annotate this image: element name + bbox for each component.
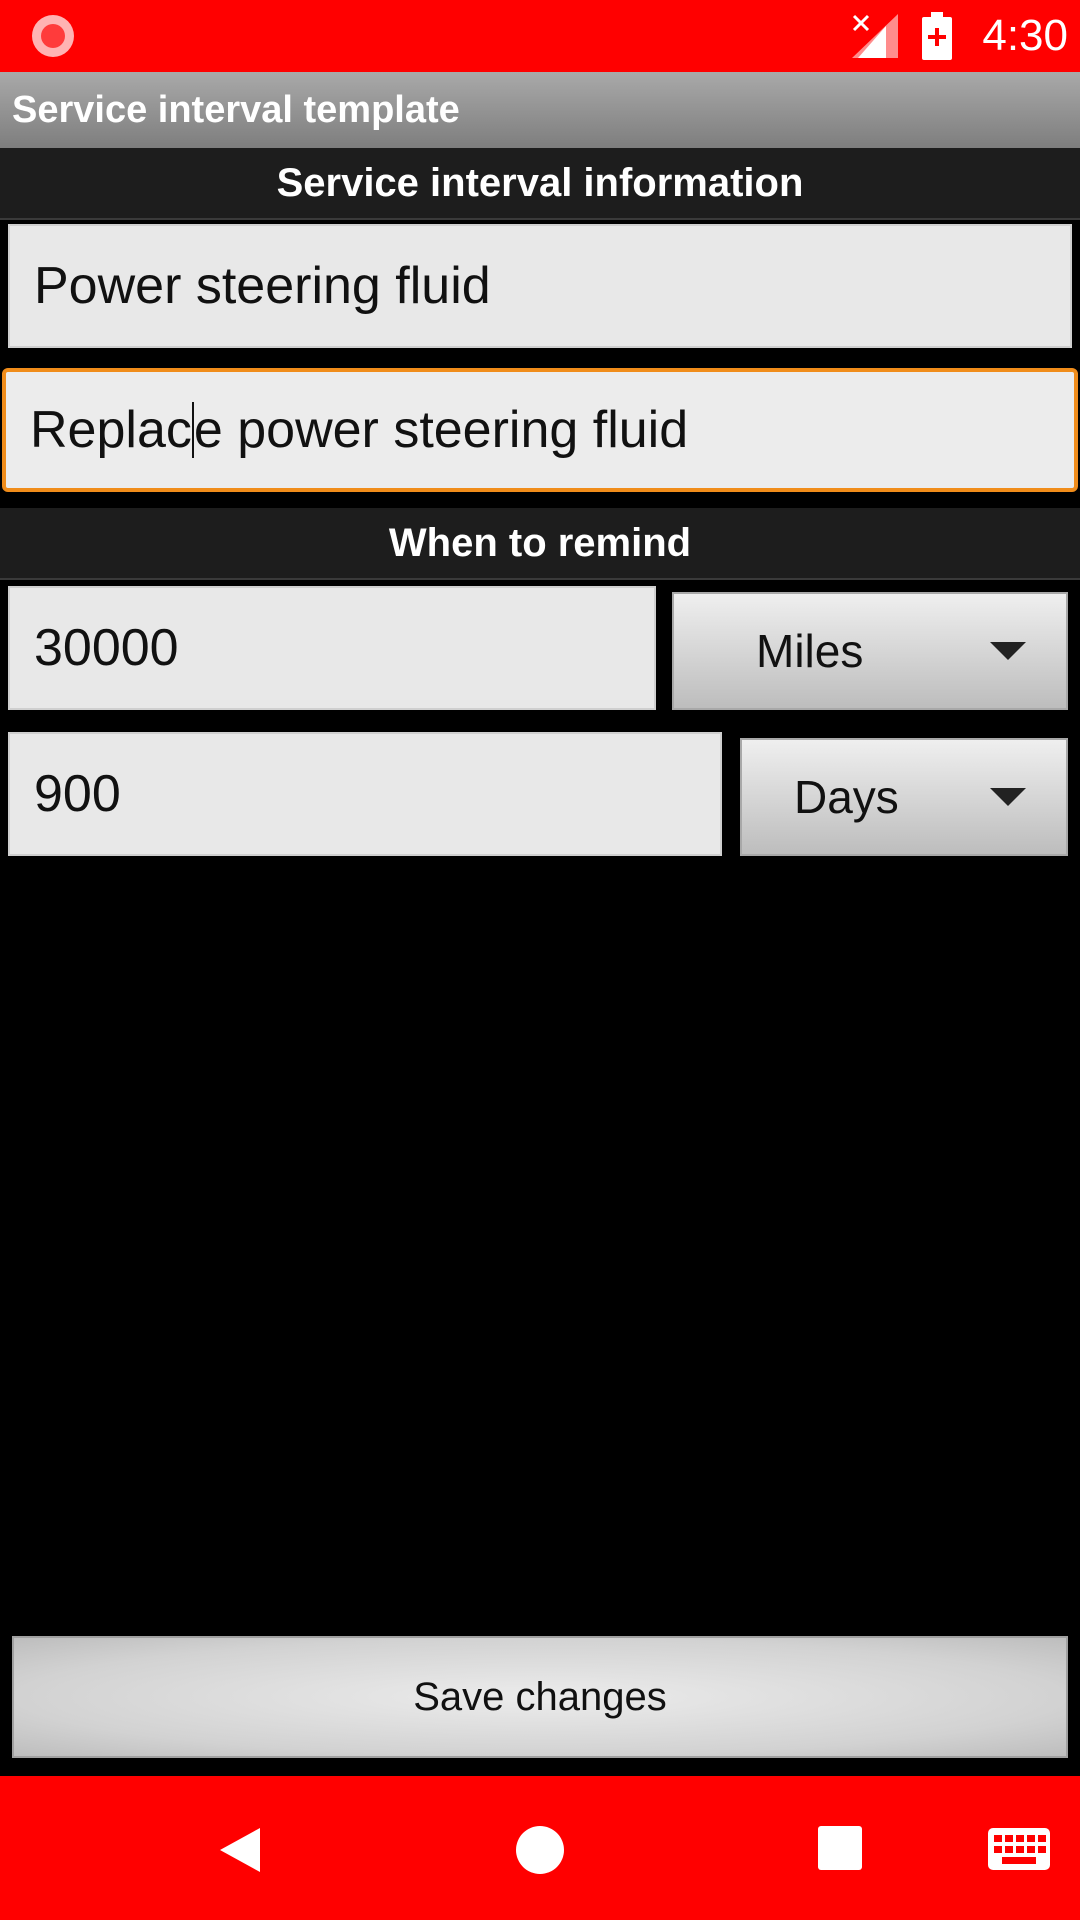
time-interval-input[interactable]: 900 (8, 732, 722, 856)
signal-no-service-icon (852, 14, 898, 58)
time-unit-dropdown[interactable]: Days (740, 738, 1068, 856)
service-name-value: Power steering fluid (34, 257, 491, 315)
save-button[interactable]: Save changes (12, 1636, 1068, 1758)
chevron-down-icon (990, 788, 1026, 806)
section-header-info: Service interval information (0, 148, 1080, 220)
chevron-down-icon (990, 642, 1026, 660)
time-unit-label: Days (794, 771, 899, 823)
time-interval-value: 900 (34, 765, 121, 823)
service-description-input[interactable]: Replac e power steering fluid (2, 368, 1078, 492)
back-icon[interactable] (216, 1826, 264, 1874)
status-bar: 4:30 (0, 0, 1080, 72)
keyboard-icon[interactable] (988, 1828, 1050, 1870)
clock: 4:30 (982, 11, 1068, 60)
recents-icon[interactable] (818, 1826, 862, 1870)
distance-interval-input[interactable]: 30000 (8, 586, 656, 710)
service-name-input[interactable]: Power steering fluid (8, 224, 1072, 348)
description-value-before-caret: Replac (30, 401, 192, 459)
action-bar: Service interval template (0, 72, 1080, 148)
distance-unit-label: Miles (756, 625, 864, 677)
page-title: Service interval template (12, 89, 460, 131)
description-value-after-caret: e power steering fluid (193, 401, 689, 459)
distance-unit-dropdown[interactable]: Miles (672, 592, 1068, 710)
battery-charging-icon (922, 12, 952, 60)
home-icon[interactable] (516, 1826, 564, 1874)
record-icon (32, 15, 74, 57)
section-header-remind: When to remind (0, 508, 1080, 580)
distance-interval-value: 30000 (34, 619, 179, 677)
